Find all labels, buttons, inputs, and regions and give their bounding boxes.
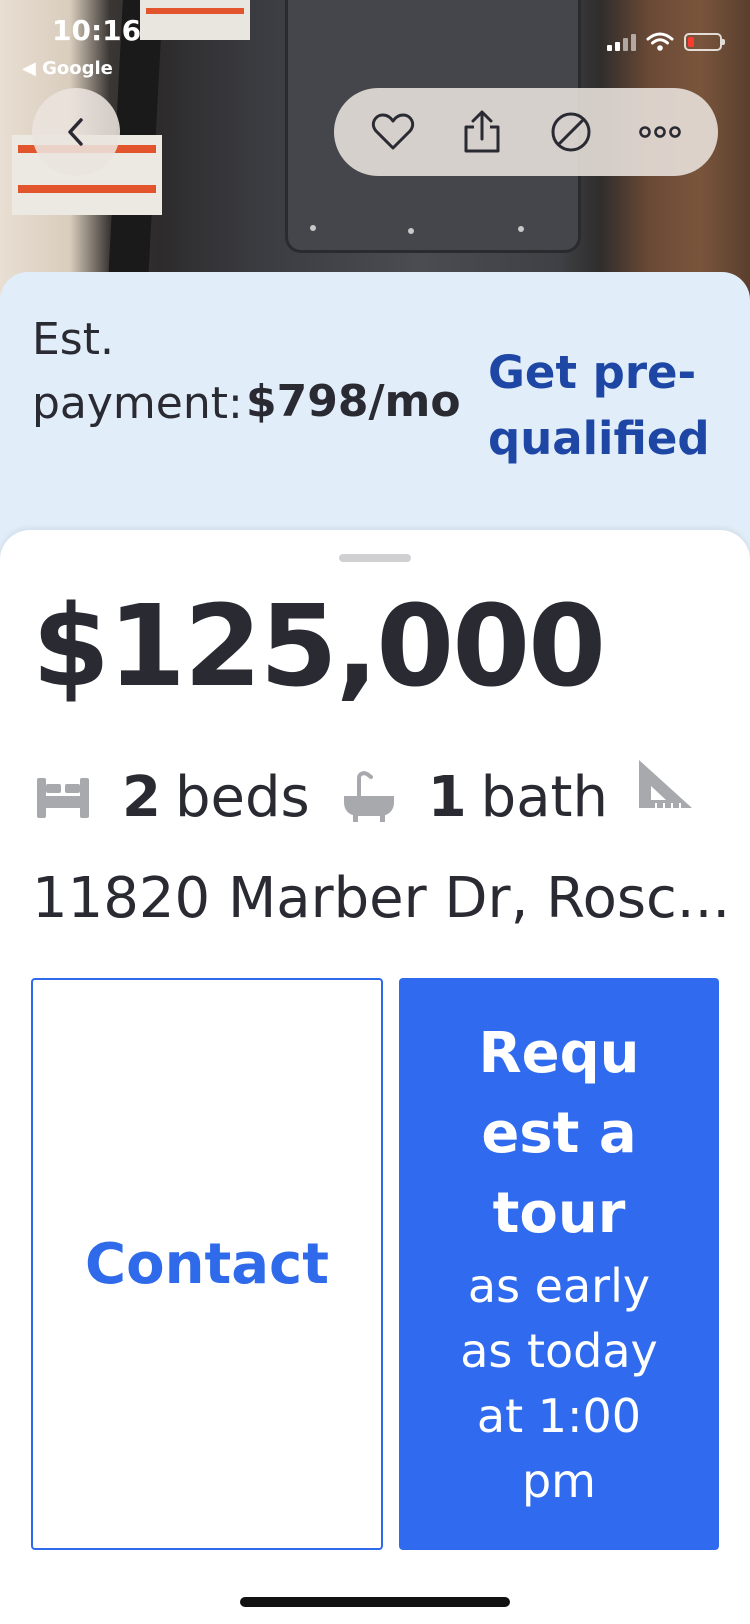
back-button[interactable] — [32, 88, 120, 176]
battery-level — [688, 37, 694, 47]
beds-count: 2 — [122, 764, 161, 830]
request-tour-subtitle: as early as today at 1:00 pm — [460, 1259, 658, 1508]
baths-label: bath — [480, 764, 608, 830]
status-indicators — [607, 32, 725, 52]
action-toolbar — [334, 88, 718, 176]
sheet-handle[interactable] — [339, 554, 411, 562]
bathtub-icon — [338, 769, 400, 825]
more-button[interactable] — [630, 102, 690, 162]
photo-detail — [310, 225, 316, 231]
cellular-signal-icon — [607, 33, 636, 51]
request-tour-title: Request a tour — [478, 1021, 640, 1246]
favorite-button[interactable] — [363, 102, 423, 162]
bed-icon — [32, 769, 94, 825]
request-tour-button[interactable]: Request a tour as early as today at 1:00… — [399, 978, 719, 1550]
home-indicator[interactable] — [240, 1597, 510, 1607]
listing-address[interactable]: 11820 Marber Dr, Rosc... — [32, 866, 730, 931]
payment-amount: $798/mo — [246, 376, 461, 427]
status-time: 10:16 — [52, 14, 142, 47]
listing-screen: 10:16 ◀ Google Est. payment: $798/mo Get… — [0, 0, 750, 1624]
hide-icon — [551, 112, 590, 152]
wifi-icon — [646, 32, 674, 51]
share-icon — [464, 110, 499, 153]
listing-price: $125,000 — [32, 582, 606, 712]
chevron-left-icon — [68, 118, 83, 146]
payment-banner: Est. payment: $798/mo Get pre-qualified — [0, 272, 750, 562]
photo-detail — [140, 0, 250, 40]
payment-label: Est. payment: — [32, 314, 243, 429]
back-to-app-link[interactable]: ◀ Google — [22, 58, 113, 79]
contact-button[interactable]: Contact — [31, 978, 383, 1550]
battery-icon — [684, 33, 725, 51]
photo-detail — [408, 228, 414, 234]
beds-label: beds — [174, 764, 310, 830]
listing-facts: 2 beds 1 bath — [32, 760, 696, 834]
share-button[interactable] — [452, 102, 512, 162]
photo-detail — [518, 226, 524, 232]
hide-listing-button[interactable] — [541, 102, 601, 162]
get-prequalified-link[interactable]: Get pre-qualified — [488, 340, 728, 472]
more-icon — [638, 126, 681, 138]
heart-icon — [371, 113, 414, 150]
set-square-icon — [634, 756, 696, 812]
listing-sheet: $125,000 2 beds 1 bath 11820 Marber Dr, … — [0, 530, 750, 1624]
baths-count: 1 — [427, 764, 467, 830]
